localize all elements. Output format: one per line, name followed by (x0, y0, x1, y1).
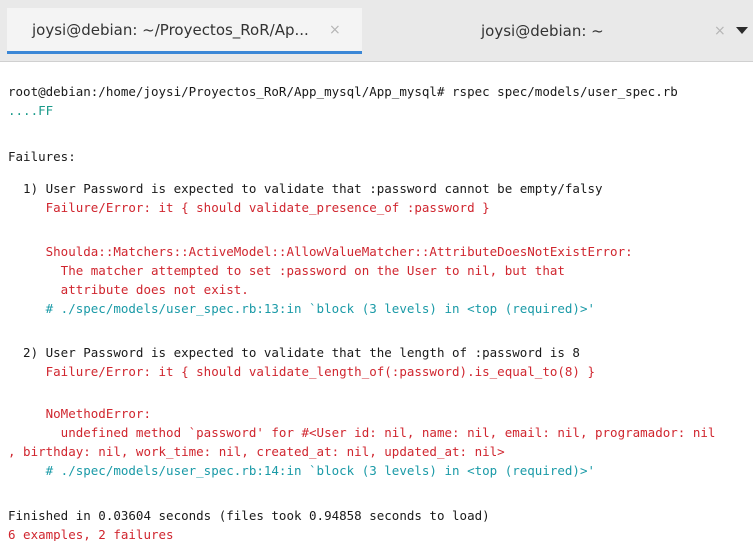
tab-proyectos[interactable]: joysi@debian: ~/Proyectos_RoR/Ap... × (7, 8, 362, 54)
failure-1-error: Failure/Error: it { should validate_pres… (8, 200, 490, 215)
failure-2-message: , birthday: nil, work_time: nil, created… (8, 444, 505, 459)
tab-home[interactable]: joysi@debian: ~ × (364, 8, 729, 54)
failure-1-exception: Shoulda::Matchers::ActiveModel::AllowVal… (8, 244, 633, 259)
failure-1-location: # ./spec/models/user_spec.rb:13:in `bloc… (8, 301, 595, 316)
close-icon[interactable]: × (714, 23, 726, 39)
command-prompt: root@debian:/home/joysi/Proyectos_RoR/Ap… (8, 84, 678, 99)
finished-line: Finished in 0.03604 seconds (files took … (8, 508, 490, 523)
terminal-output[interactable]: root@debian:/home/joysi/Proyectos_RoR/Ap… (0, 62, 753, 541)
chevron-down-icon[interactable] (736, 27, 748, 34)
failure-1-message: attribute does not exist. (8, 282, 249, 297)
progress-indicator: ....FF (8, 103, 54, 118)
tab-title: joysi@debian: ~/Proyectos_RoR/Ap... (32, 20, 309, 39)
tab-bar: joysi@debian: ~/Proyectos_RoR/Ap... × jo… (0, 0, 753, 62)
failure-1-message: The matcher attempted to set :password o… (8, 263, 565, 278)
failures-header: Failures: (8, 149, 76, 164)
failure-2-title: 2) User Password is expected to validate… (8, 345, 580, 360)
summary-line: 6 examples, 2 failures (8, 527, 174, 541)
tab-title: joysi@debian: ~ (481, 22, 604, 40)
failure-2-location: # ./spec/models/user_spec.rb:14:in `bloc… (8, 463, 595, 478)
failure-2-message: undefined method `password' for #<User i… (8, 425, 716, 440)
failure-2-exception: NoMethodError: (8, 406, 151, 421)
close-icon[interactable]: × (329, 22, 341, 38)
failure-1-title: 1) User Password is expected to validate… (8, 181, 603, 196)
failure-2-error: Failure/Error: it { should validate_leng… (8, 364, 595, 379)
